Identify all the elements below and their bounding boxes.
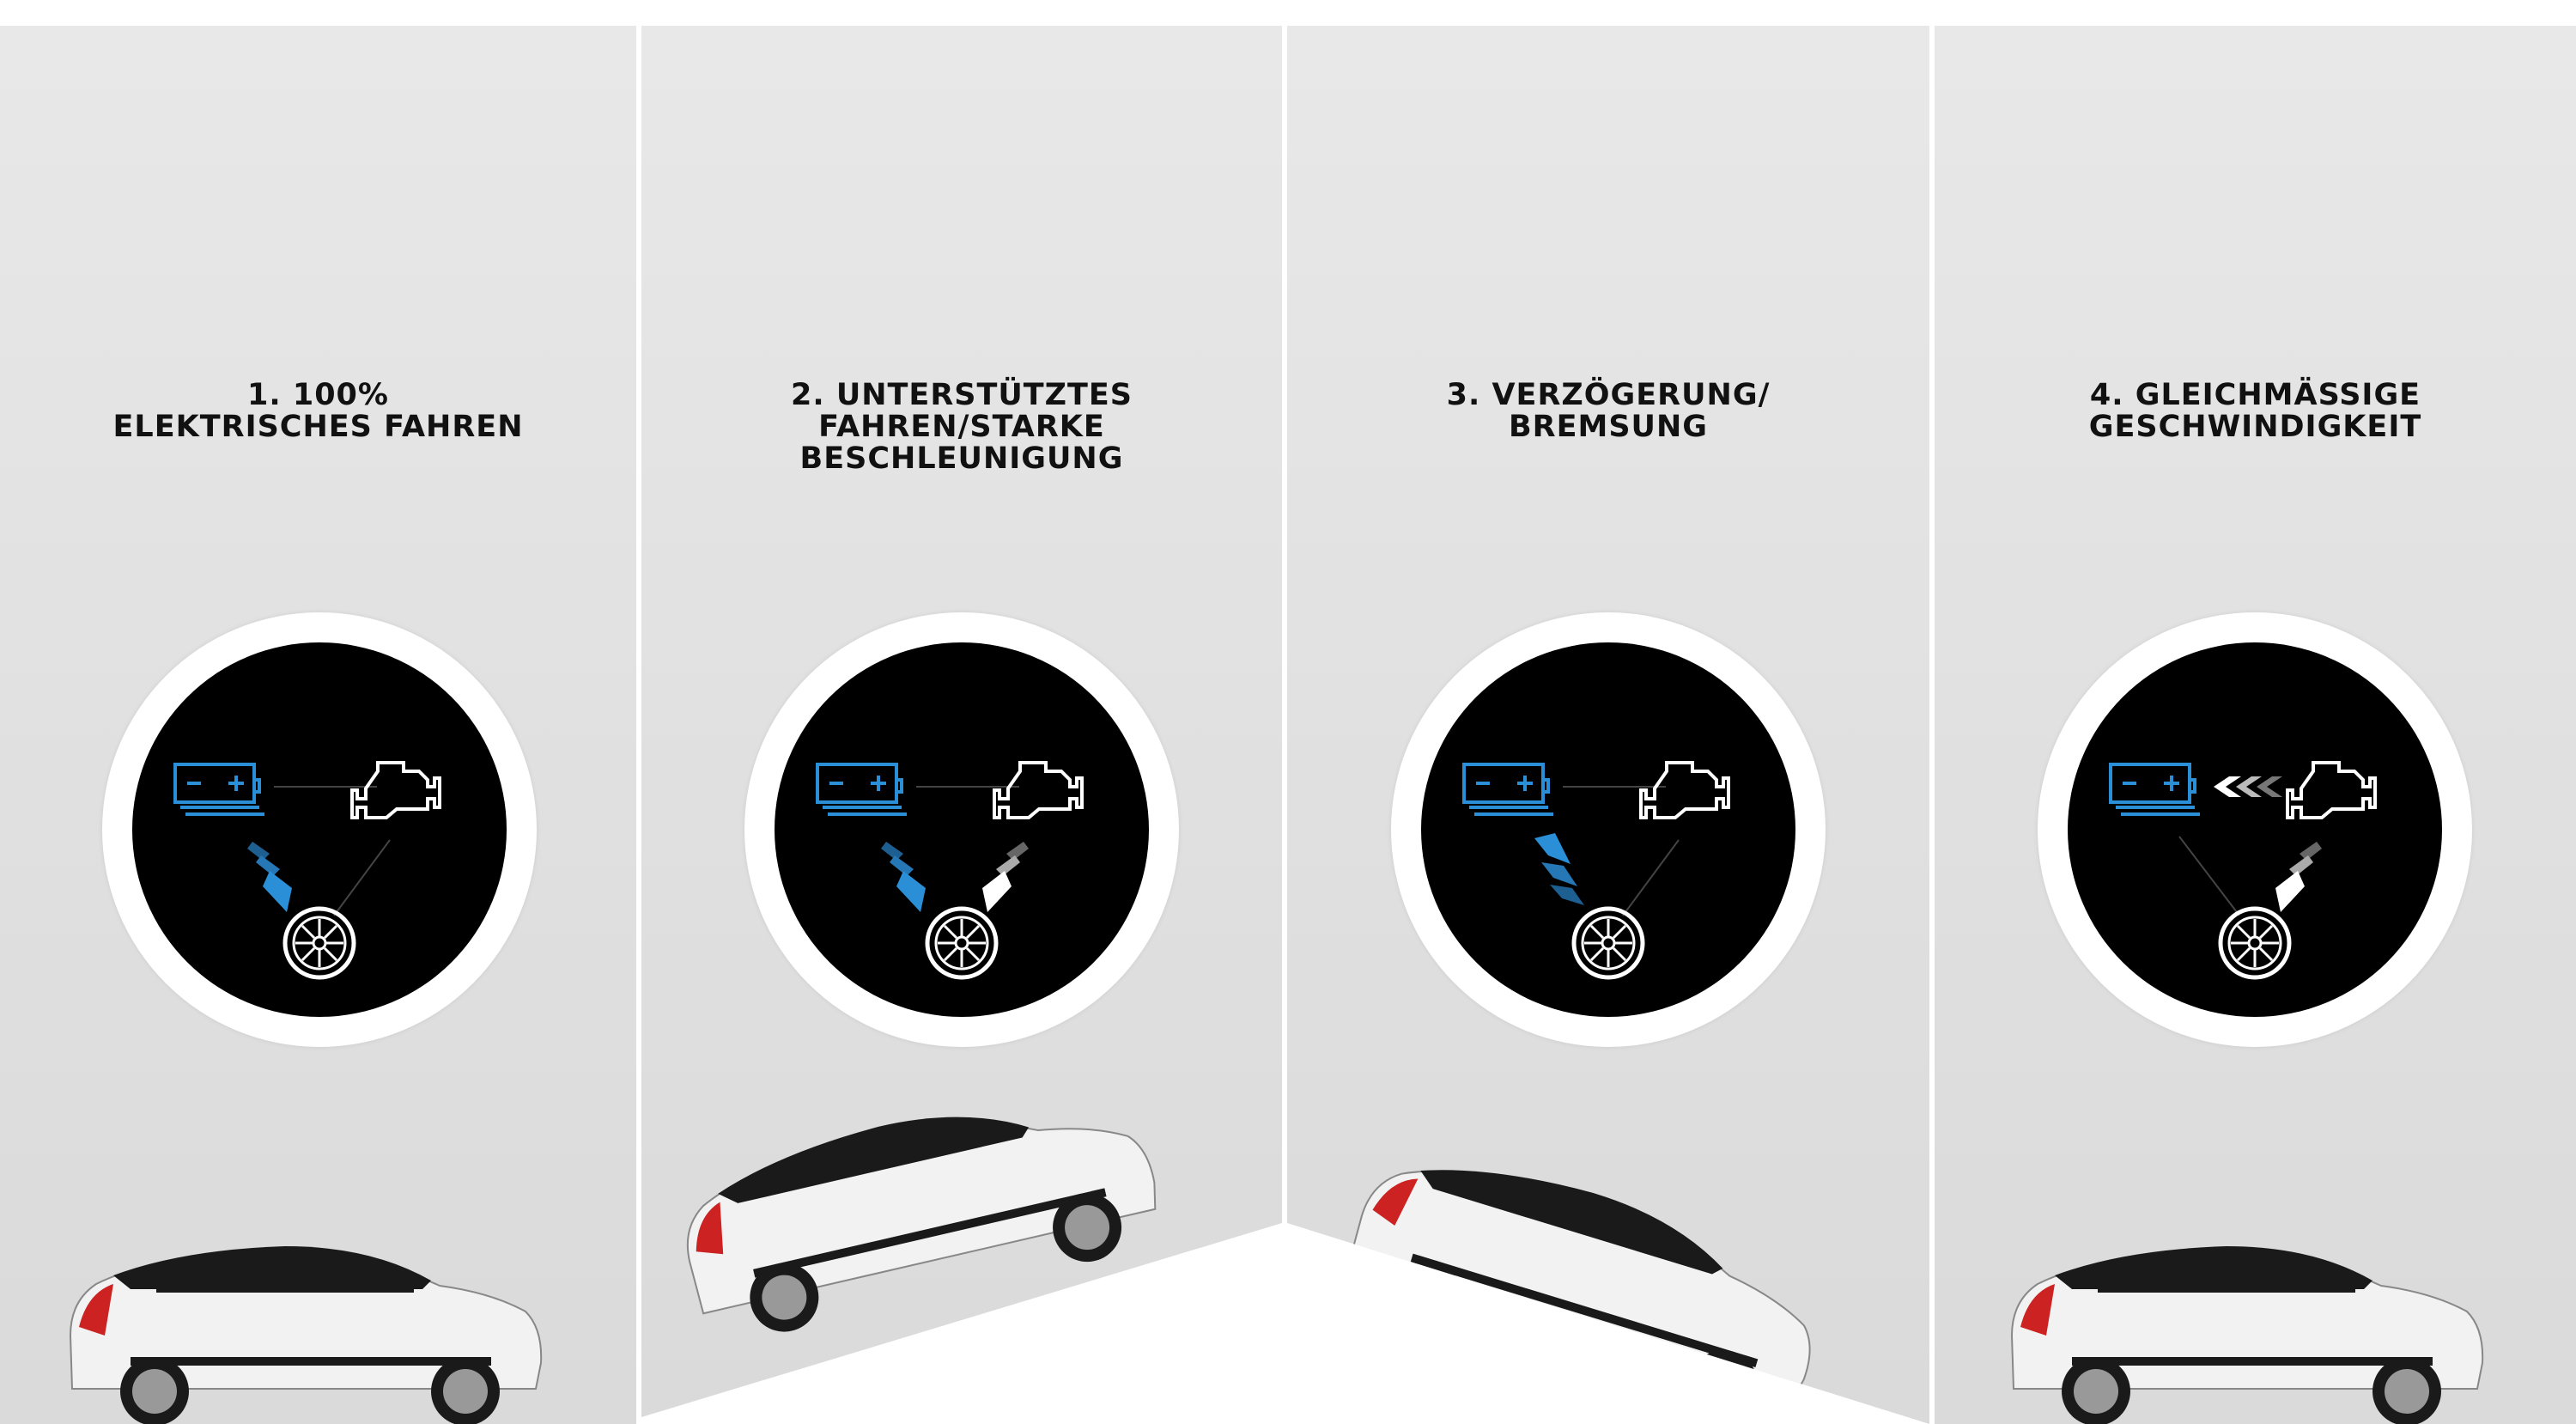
title-line-2: ELEKTRISCHES FAHREN xyxy=(112,410,524,444)
panel-title: 1. 100% ELEKTRISCHES FAHREN xyxy=(0,380,636,443)
chevron-arrows-icon xyxy=(881,842,926,912)
title-line-3: BESCHLEUNIGUNG xyxy=(799,441,1124,476)
diagram-disc xyxy=(132,642,507,1017)
title-line-1: 3. VERZÖGERUNG/ xyxy=(1446,378,1771,412)
battery-icon xyxy=(1462,763,1553,816)
engine-icon xyxy=(2286,761,2377,819)
panel-braking: 3. VERZÖGERUNG/ BREMSUNG xyxy=(1287,26,1929,1424)
engine-icon xyxy=(1639,761,1730,819)
panel-title: 4. GLEICHMÄSSIGE GESCHWINDIGKEIT xyxy=(1935,380,2576,443)
mode-diagram xyxy=(1391,612,1826,1047)
panel-divider xyxy=(636,26,641,1424)
chevron-arrows-icon xyxy=(2275,842,2322,912)
title-line-2: FAHREN/STARKE xyxy=(818,410,1105,444)
battery-icon xyxy=(2109,763,2200,816)
chevron-arrows-icon xyxy=(247,842,292,912)
title-line-1: 1. 100% xyxy=(247,378,389,412)
diagram-disc xyxy=(2068,642,2442,1017)
engine-icon xyxy=(993,761,1084,819)
mode-diagram xyxy=(2038,612,2472,1047)
title-line-1: 4. GLEICHMÄSSIGE xyxy=(2089,378,2421,412)
panel-electric-driving: 1. 100% ELEKTRISCHES FAHREN xyxy=(0,26,636,1424)
mode-diagram xyxy=(102,612,537,1047)
engine-icon xyxy=(350,761,441,819)
title-line-2: BREMSUNG xyxy=(1508,410,1708,444)
mode-diagram xyxy=(744,612,1179,1047)
panel-assisted-driving: 2. UNTERSTÜTZTES FAHREN/STARKE BESCHLEUN… xyxy=(641,26,1282,1417)
diagram-disc xyxy=(775,642,1149,1017)
car-icon xyxy=(69,1246,543,1424)
diagram-disc xyxy=(1421,642,1795,1017)
panel-divider xyxy=(1282,26,1287,1424)
wheel-icon xyxy=(2218,906,2292,980)
wheel-icon xyxy=(283,906,356,980)
panel-title: 3. VERZÖGERUNG/ BREMSUNG xyxy=(1287,380,1929,443)
panel-constant-speed: 4. GLEICHMÄSSIGE GESCHWINDIGKEIT xyxy=(1935,26,2576,1424)
title-line-1: 2. UNTERSTÜTZTES xyxy=(790,378,1133,412)
chevron-arrows-icon xyxy=(982,842,1029,912)
wheel-icon xyxy=(1571,906,1645,980)
panel-title: 2. UNTERSTÜTZTES FAHREN/STARKE BESCHLEUN… xyxy=(641,380,1282,475)
title-line-2: GESCHWINDIGKEIT xyxy=(2088,410,2422,444)
wheel-icon xyxy=(925,906,999,980)
battery-icon xyxy=(173,763,264,816)
car-icon xyxy=(2010,1246,2484,1424)
chevron-arrows-icon xyxy=(2214,776,2282,797)
chevron-arrows-icon xyxy=(1534,833,1584,905)
battery-icon xyxy=(816,763,907,816)
